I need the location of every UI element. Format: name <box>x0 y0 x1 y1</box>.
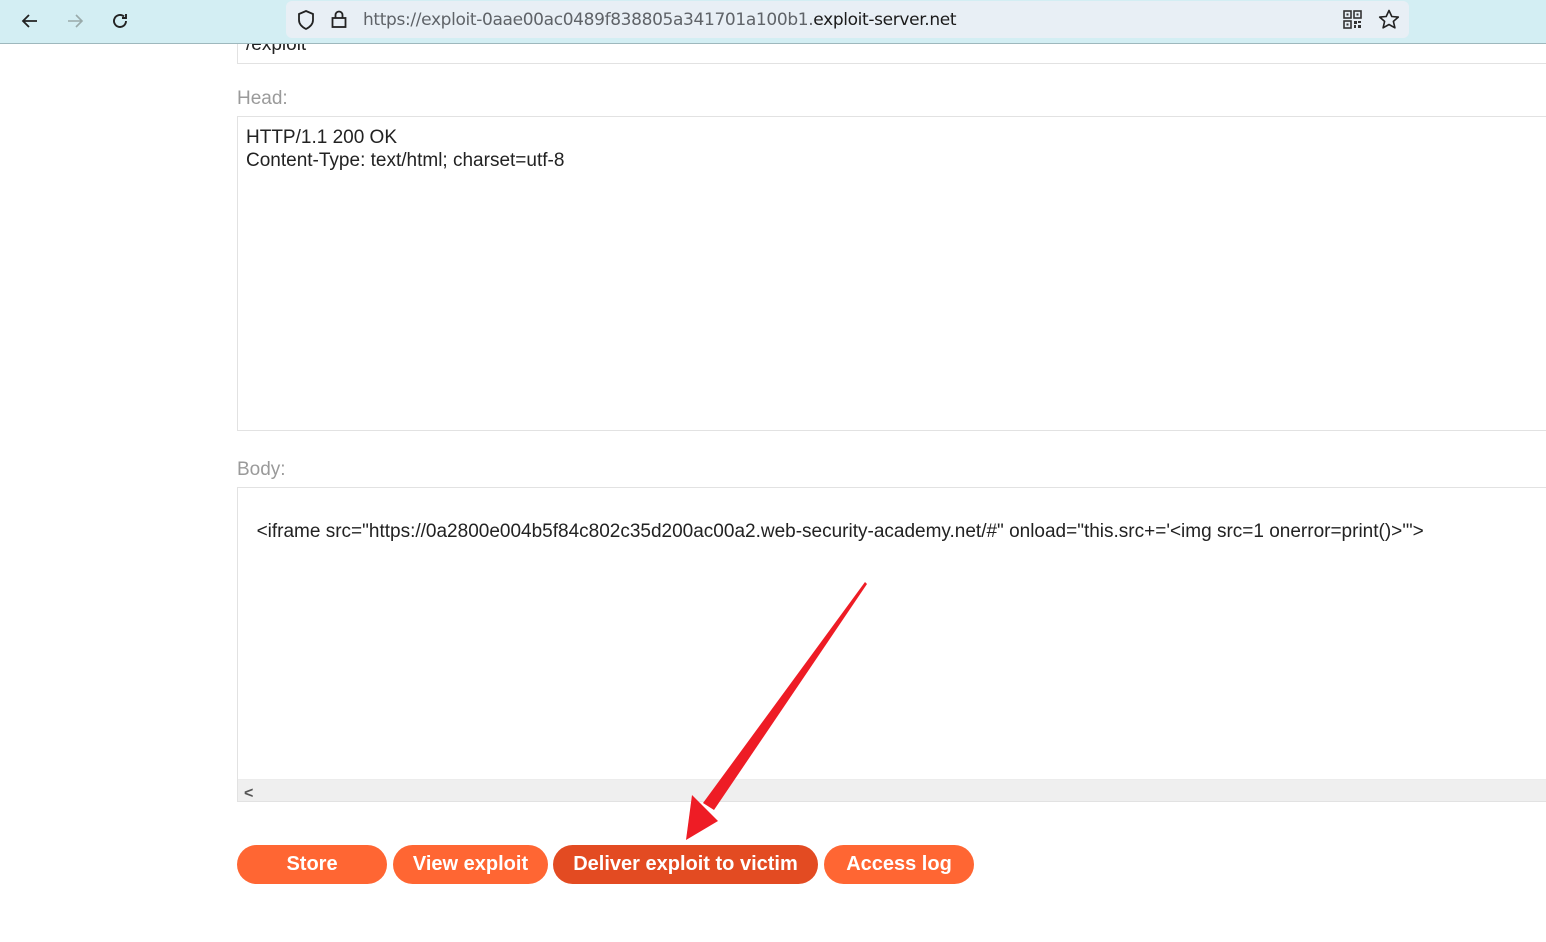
forward-button[interactable] <box>60 6 90 36</box>
qr-code-icon[interactable] <box>1343 10 1362 29</box>
scroll-left-icon[interactable]: < <box>244 782 253 801</box>
body-textarea[interactable]: <iframe src="https://0a2800e004b5f84c802… <box>237 487 1546 802</box>
reload-button[interactable] <box>105 6 135 36</box>
view-exploit-button[interactable]: View exploit <box>393 845 548 884</box>
body-label: Body: <box>237 459 286 480</box>
address-bar[interactable]: https://exploit-0aae00ac0489f838805a3417… <box>286 1 1409 38</box>
url-text[interactable]: https://exploit-0aae00ac0489f838805a3417… <box>363 10 957 30</box>
head-label: Head: <box>237 88 288 109</box>
url-prefix: https://exploit-0aae00ac0489f838805a3417… <box>363 10 814 30</box>
body-value: <iframe src="https://0a2800e004b5f84c802… <box>256 521 1424 542</box>
deliver-exploit-button[interactable]: Deliver exploit to victim <box>553 845 818 884</box>
back-icon <box>21 14 37 28</box>
store-button[interactable]: Store <box>237 845 387 884</box>
head-textarea[interactable]: HTTP/1.1 200 OK Content-Type: text/html;… <box>237 116 1546 431</box>
bookmark-star-icon[interactable] <box>1378 9 1400 30</box>
access-log-button[interactable]: Access log <box>824 845 974 884</box>
shield-icon[interactable] <box>296 9 316 31</box>
lock-icon[interactable] <box>330 9 348 29</box>
back-button[interactable] <box>15 6 45 36</box>
horizontal-scrollbar[interactable]: < <box>238 779 1546 801</box>
forward-icon <box>68 14 84 28</box>
url-domain: exploit-server.net <box>813 10 957 30</box>
reload-icon <box>113 14 127 28</box>
browser-toolbar: https://exploit-0aae00ac0489f838805a3417… <box>0 0 1546 44</box>
